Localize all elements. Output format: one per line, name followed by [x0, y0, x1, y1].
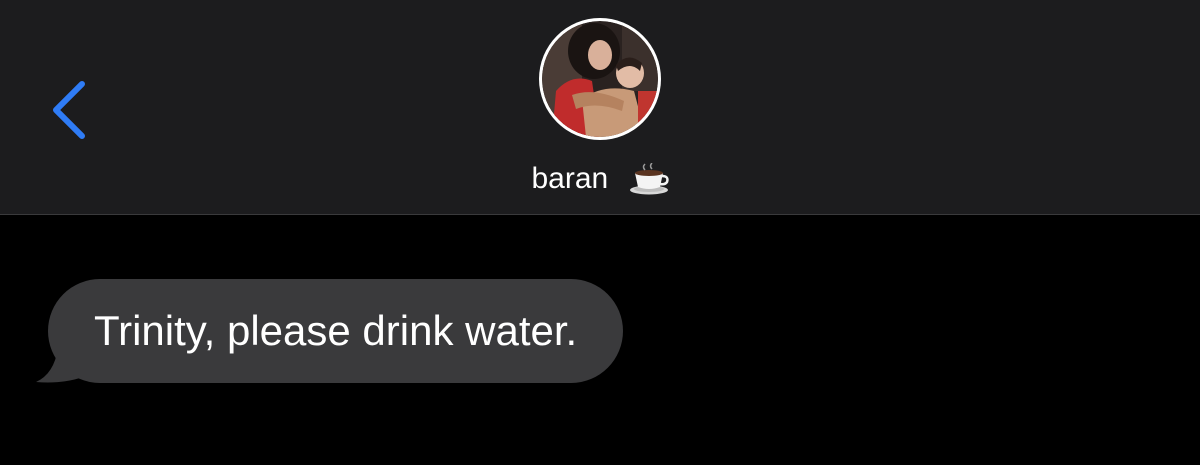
message-row: Trinity, please drink water. — [36, 279, 624, 383]
messages-screen: baran Trinity, please drink water. — [0, 0, 1200, 465]
incoming-message-bubble[interactable]: Trinity, please drink water. — [48, 279, 624, 383]
message-list: Trinity, please drink water. — [0, 215, 1200, 465]
avatar-photo — [542, 21, 658, 137]
message-text: Trinity, please drink water. — [94, 307, 578, 354]
contact-name: baran — [531, 162, 609, 196]
coffee-cup-icon — [629, 163, 669, 195]
avatar[interactable] — [539, 18, 661, 140]
contact-info: baran — [0, 0, 1200, 214]
conversation-header: baran — [0, 0, 1200, 215]
contact-name-row[interactable]: baran — [0, 158, 1200, 198]
